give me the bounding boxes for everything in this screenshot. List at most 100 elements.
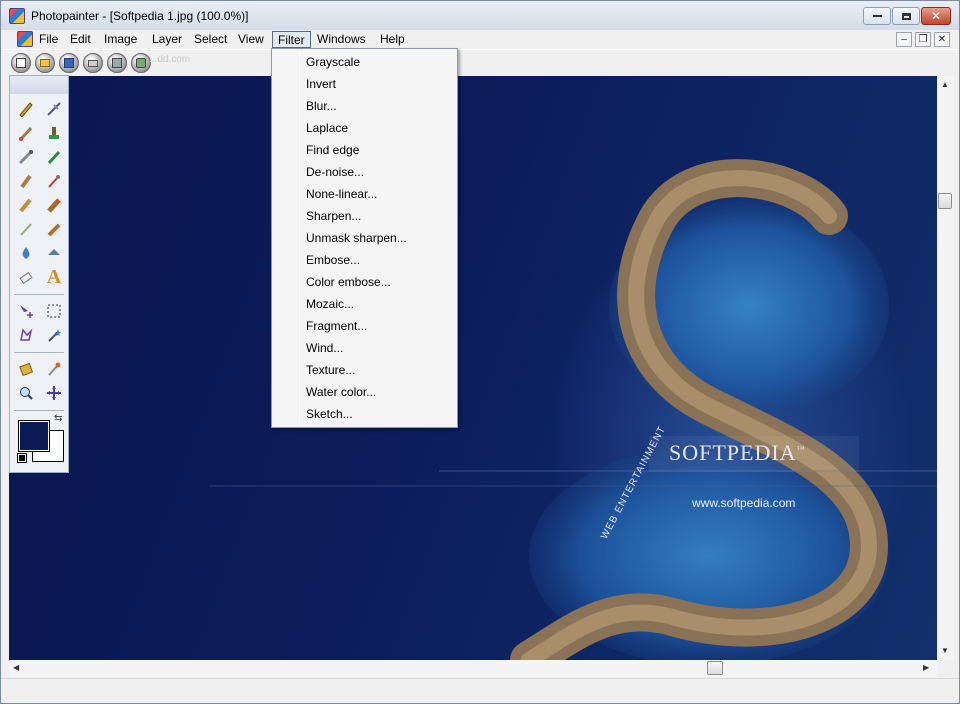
vertical-scrollbar[interactable]: ▲ ▼ bbox=[937, 76, 954, 660]
open-icon bbox=[40, 59, 50, 67]
status-bar bbox=[1, 678, 959, 703]
paint-bucket-tool[interactable] bbox=[14, 358, 38, 380]
filter-item-fragment[interactable]: Fragment... bbox=[275, 315, 454, 337]
burn-tool[interactable] bbox=[42, 218, 66, 240]
filter-item-mozaic[interactable]: Mozaic... bbox=[275, 293, 454, 315]
title-bar: Photopainter - [Softpedia 1.jpg (100.0%)… bbox=[1, 1, 959, 30]
pencil-tool[interactable] bbox=[14, 98, 38, 120]
swap-colors-icon[interactable]: ⇆ bbox=[54, 413, 62, 424]
open-file-button[interactable] bbox=[35, 53, 55, 73]
filter-item-embose[interactable]: Embose... bbox=[275, 249, 454, 271]
camera-icon bbox=[136, 58, 146, 68]
foreground-color-swatch[interactable] bbox=[18, 420, 50, 452]
lasso-icon bbox=[20, 328, 33, 341]
pen-tool[interactable] bbox=[42, 146, 66, 168]
fill-icon bbox=[19, 198, 32, 213]
filter-item-grayscale[interactable]: Grayscale bbox=[275, 51, 454, 73]
stamp-tool[interactable] bbox=[42, 122, 66, 144]
color-picker-tool[interactable] bbox=[42, 358, 66, 380]
document-icon[interactable] bbox=[17, 31, 33, 47]
mdi-restore-button[interactable]: ❐ bbox=[915, 32, 931, 47]
sharpen-tool[interactable] bbox=[42, 242, 66, 264]
filter-item-sketch[interactable]: Sketch... bbox=[275, 403, 454, 425]
new-icon bbox=[16, 58, 26, 68]
filter-item-wind[interactable]: Wind... bbox=[275, 337, 454, 359]
filter-dropdown-menu: Grayscale Invert Blur... Laplace Find ed… bbox=[271, 48, 458, 428]
menu-view[interactable]: View bbox=[233, 31, 269, 48]
airbrush-icon bbox=[18, 150, 33, 165]
print-button[interactable] bbox=[83, 53, 103, 73]
filter-item-laplace[interactable]: Laplace bbox=[275, 117, 454, 139]
mdi-minimize-button[interactable]: – bbox=[896, 32, 912, 47]
menu-select[interactable]: Select bbox=[189, 31, 232, 48]
filter-item-none-linear[interactable]: None-linear... bbox=[275, 183, 454, 205]
menu-windows[interactable]: Windows bbox=[312, 31, 371, 48]
pen-icon bbox=[47, 150, 61, 165]
menu-edit[interactable]: Edit bbox=[65, 31, 96, 48]
horizontal-scrollbar[interactable]: ◀ ▶ bbox=[9, 660, 937, 677]
save-file-button[interactable] bbox=[59, 53, 79, 73]
lasso-tool[interactable] bbox=[14, 324, 38, 346]
palette-title-bar[interactable] bbox=[10, 76, 68, 94]
brush-tool[interactable] bbox=[14, 122, 38, 144]
camera-button[interactable] bbox=[131, 53, 151, 73]
minimize-button[interactable] bbox=[863, 7, 891, 25]
menu-layer[interactable]: Layer bbox=[147, 31, 187, 48]
filter-item-unmask-sharpen[interactable]: Unmask sharpen... bbox=[275, 227, 454, 249]
app-icon[interactable] bbox=[9, 8, 25, 24]
rect-select-tool[interactable] bbox=[42, 300, 66, 322]
filter-item-color-embose[interactable]: Color embose... bbox=[275, 271, 454, 293]
filter-item-blur[interactable]: Blur... bbox=[275, 95, 454, 117]
fill-tool[interactable] bbox=[14, 194, 38, 216]
smudge-tool[interactable] bbox=[14, 170, 38, 192]
move-selection-tool[interactable] bbox=[14, 300, 38, 322]
mdi-close-button[interactable]: ✕ bbox=[934, 32, 950, 47]
drop-tool[interactable] bbox=[14, 242, 38, 264]
bucket-icon bbox=[47, 198, 61, 213]
menu-file[interactable]: File bbox=[34, 31, 63, 48]
scan-button[interactable] bbox=[107, 53, 127, 73]
window-title: Photopainter - [Softpedia 1.jpg (100.0%)… bbox=[31, 9, 249, 23]
zoom-tool[interactable] bbox=[14, 382, 38, 404]
vertical-scroll-thumb[interactable] bbox=[938, 193, 952, 209]
maximize-button[interactable] bbox=[892, 7, 920, 25]
scroll-down-icon[interactable]: ▼ bbox=[941, 646, 949, 656]
image-canvas[interactable]: SOFTPEDIA™ www.softpedia.com WEB ENTERTA… bbox=[9, 76, 937, 660]
eyedropper-tool[interactable] bbox=[42, 170, 66, 192]
new-file-button[interactable] bbox=[11, 53, 31, 73]
line-icon bbox=[47, 102, 61, 116]
horizontal-scroll-thumb[interactable] bbox=[707, 661, 723, 675]
filter-item-find-edge[interactable]: Find edge bbox=[275, 139, 454, 161]
scroll-up-icon[interactable]: ▲ bbox=[941, 80, 949, 90]
scroll-right-icon[interactable]: ▶ bbox=[923, 663, 929, 673]
close-button[interactable]: ✕ bbox=[921, 7, 951, 25]
text-tool[interactable]: A bbox=[42, 266, 66, 288]
eraser-icon bbox=[19, 271, 33, 285]
palette-divider bbox=[14, 294, 64, 295]
magic-wand-icon bbox=[48, 329, 61, 342]
line-tool[interactable] bbox=[42, 98, 66, 120]
filter-item-sharpen[interactable]: Sharpen... bbox=[275, 205, 454, 227]
pan-tool[interactable] bbox=[42, 382, 66, 404]
airbrush-tool[interactable] bbox=[14, 146, 38, 168]
reset-colors-icon[interactable] bbox=[17, 453, 27, 463]
drop-icon bbox=[22, 247, 30, 259]
filter-item-de-noise[interactable]: De-noise... bbox=[275, 161, 454, 183]
eraser-tool[interactable] bbox=[14, 266, 38, 288]
print-icon bbox=[88, 59, 98, 67]
menu-help[interactable]: Help bbox=[375, 31, 410, 48]
filter-item-invert[interactable]: Invert bbox=[275, 73, 454, 95]
scan-icon bbox=[112, 58, 122, 68]
magic-brush-tool[interactable] bbox=[14, 218, 38, 240]
menu-filter[interactable]: Filter bbox=[272, 31, 311, 48]
scroll-left-icon[interactable]: ◀ bbox=[13, 663, 19, 673]
menu-image[interactable]: Image bbox=[99, 31, 142, 48]
filter-item-water-color[interactable]: Water color... bbox=[275, 381, 454, 403]
stamp-icon bbox=[49, 127, 59, 139]
burn-icon bbox=[47, 223, 61, 237]
bucket-tool[interactable] bbox=[42, 194, 66, 216]
eyedropper-icon bbox=[48, 175, 60, 188]
filter-item-texture[interactable]: Texture... bbox=[275, 359, 454, 381]
magic-wand-tool[interactable] bbox=[42, 324, 66, 346]
pan-icon bbox=[47, 386, 61, 400]
